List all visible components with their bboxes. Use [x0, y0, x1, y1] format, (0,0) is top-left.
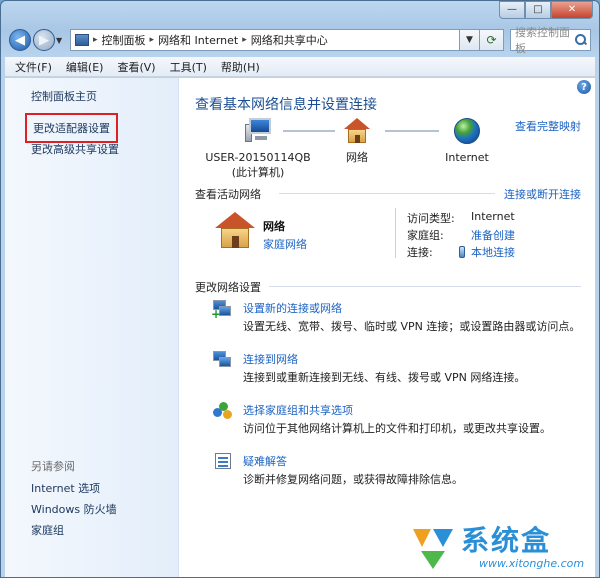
computer-sublabel: (此计算机) — [231, 166, 285, 179]
breadcrumb-separator[interactable]: ▸ — [242, 35, 247, 45]
homegroup-sharing-link[interactable]: 选择家庭组和共享选项 — [243, 402, 353, 418]
change-settings-heading: 更改网络设置 — [195, 281, 261, 294]
minimize-button[interactable]: — — [499, 1, 525, 19]
access-type-label: 访问类型: — [407, 212, 455, 225]
access-type-value: Internet — [471, 210, 515, 223]
map-node-computer[interactable]: USER-20150114QB (此计算机) — [203, 118, 313, 180]
view-full-map-link[interactable]: 查看完整映射 — [515, 118, 581, 134]
map-node-internet[interactable]: Internet — [437, 118, 497, 165]
sidebar-advanced-sharing-link[interactable]: 更改高级共享设置 — [31, 141, 119, 157]
refresh-button[interactable]: ⟳ — [480, 29, 504, 51]
local-connection-label: 本地连接 — [471, 246, 515, 259]
see-also-heading: 另请参阅 — [31, 460, 75, 473]
see-also-homegroup[interactable]: 家庭组 — [31, 522, 64, 538]
close-button[interactable]: ✕ — [551, 1, 593, 19]
section-divider — [279, 193, 495, 194]
see-also-windows-firewall[interactable]: Windows 防火墙 — [31, 501, 117, 517]
search-icon[interactable] — [575, 34, 586, 46]
connections-label: 连接: — [407, 246, 433, 259]
main-panel: ? 查看基本网络信息并设置连接 查看完整映射 USER-20150114QB (… — [179, 78, 595, 577]
maximize-button[interactable]: □ — [525, 1, 551, 19]
breadcrumb-network-sharing-center[interactable]: 网络和共享中心 — [251, 32, 328, 48]
address-dropdown-button[interactable]: ▼ — [460, 29, 480, 51]
sidebar-home-link[interactable]: 控制面板主页 — [31, 88, 97, 104]
search-placeholder: 搜索控制面板 — [515, 26, 570, 55]
menu-edit[interactable]: 编辑(E) — [66, 59, 104, 75]
connect-network-link[interactable]: 连接到网络 — [243, 351, 298, 367]
section-divider — [269, 286, 581, 287]
caption-buttons: — □ ✕ — [499, 1, 593, 19]
connect-network-icon — [213, 351, 233, 369]
troubleshoot-desc: 诊断并修复网络问题，或获得故障排除信息。 — [243, 473, 463, 486]
internet-label: Internet — [445, 151, 489, 164]
network-adapter-icon — [459, 246, 465, 258]
computer-name: USER-20150114QB — [205, 151, 311, 164]
troubleshoot-link[interactable]: 疑难解答 — [243, 453, 287, 469]
menu-help[interactable]: 帮助(H) — [221, 59, 260, 75]
search-input[interactable]: 搜索控制面板 — [510, 26, 591, 55]
menu-file[interactable]: 文件(F) — [15, 59, 52, 75]
globe-icon — [454, 118, 480, 144]
connect-disconnect-link[interactable]: 连接或断开连接 — [504, 186, 581, 202]
active-network-house-icon — [215, 212, 255, 250]
setup-connection-desc: 设置无线、宽带、拨号、临时或 VPN 连接；或设置路由器或访问点。 — [243, 320, 581, 333]
active-networks-heading: 查看活动网络 — [195, 188, 261, 201]
map-connector-line — [385, 130, 439, 132]
breadcrumb-network-internet[interactable]: 网络和 Internet — [158, 32, 238, 48]
breadcrumb-separator[interactable]: ▸ — [93, 35, 98, 45]
breadcrumb-separator[interactable]: ▸ — [150, 35, 155, 45]
network-setup-icon: + — [211, 300, 233, 320]
homegroup-icon — [213, 402, 233, 420]
task-connect-network: 连接到网络 连接到或重新连接到无线、有线、拨号或 VPN 网络连接。 — [213, 351, 595, 384]
sidebar-change-adapter-link[interactable]: 更改适配器设置 — [25, 113, 118, 143]
menu-view[interactable]: 查看(V) — [117, 59, 155, 75]
homegroup-label: 家庭组: — [407, 229, 444, 242]
homegroup-ready-link[interactable]: 准备创建 — [471, 227, 515, 243]
watermark-url: www.xitonghe.com — [479, 557, 585, 570]
network-label: 网络 — [346, 151, 368, 164]
local-connection-link[interactable]: 本地连接 — [459, 244, 515, 260]
address-bar[interactable]: ▸ 控制面板 ▸ 网络和 Internet ▸ 网络和共享中心 — [70, 29, 460, 51]
content-area: 控制面板主页 更改适配器设置 更改高级共享设置 另请参阅 Internet 选项… — [5, 78, 595, 577]
menu-bar: 文件(F) 编辑(E) 查看(V) 工具(T) 帮助(H) — [5, 57, 595, 77]
back-button[interactable]: ◀ — [9, 29, 31, 51]
page-title: 查看基本网络信息并设置连接 — [195, 97, 377, 113]
vertical-divider — [395, 208, 396, 258]
sidebar: 控制面板主页 更改适配器设置 更改高级共享设置 另请参阅 Internet 选项… — [5, 78, 179, 577]
computer-icon — [245, 118, 271, 144]
map-connector-line — [283, 130, 335, 132]
explorer-window: — □ ✕ ◀ ▶ ▼ ▸ 控制面板 ▸ 网络和 Internet ▸ 网络和共… — [0, 0, 600, 578]
watermark: 系统盒 www.xitonghe.com — [409, 517, 589, 575]
homegroup-sharing-desc: 访问位于其他网络计算机上的文件和打印机，或更改共享设置。 — [243, 422, 551, 435]
setup-connection-link[interactable]: 设置新的连接或网络 — [243, 300, 342, 316]
recent-pages-dropdown[interactable]: ▼ — [56, 36, 66, 45]
control-panel-icon — [75, 34, 89, 46]
help-icon[interactable]: ? — [577, 80, 591, 94]
forward-button[interactable]: ▶ — [33, 29, 55, 51]
navigation-bar: ◀ ▶ ▼ ▸ 控制面板 ▸ 网络和 Internet ▸ 网络和共享中心 ▼ … — [9, 26, 591, 55]
active-network-type-link[interactable]: 家庭网络 — [263, 236, 307, 252]
breadcrumb-control-panel[interactable]: 控制面板 — [102, 32, 146, 48]
watermark-text: 系统盒 — [461, 524, 552, 557]
troubleshoot-icon — [213, 453, 233, 471]
active-network-name: 网络 — [263, 220, 285, 233]
task-setup-connection: + 设置新的连接或网络 设置无线、宽带、拨号、临时或 VPN 连接；或设置路由器… — [211, 300, 595, 333]
task-troubleshoot: 疑难解答 诊断并修复网络问题，或获得故障排除信息。 — [213, 453, 595, 486]
house-icon — [344, 118, 370, 144]
connect-network-desc: 连接到或重新连接到无线、有线、拨号或 VPN 网络连接。 — [243, 371, 526, 384]
map-node-network[interactable]: 网络 — [337, 118, 377, 165]
watermark-logo-icon — [413, 529, 453, 569]
see-also-internet-options[interactable]: Internet 选项 — [31, 480, 100, 496]
task-homegroup-sharing: 选择家庭组和共享选项 访问位于其他网络计算机上的文件和打印机，或更改共享设置。 — [213, 402, 595, 435]
menu-tools[interactable]: 工具(T) — [170, 59, 207, 75]
